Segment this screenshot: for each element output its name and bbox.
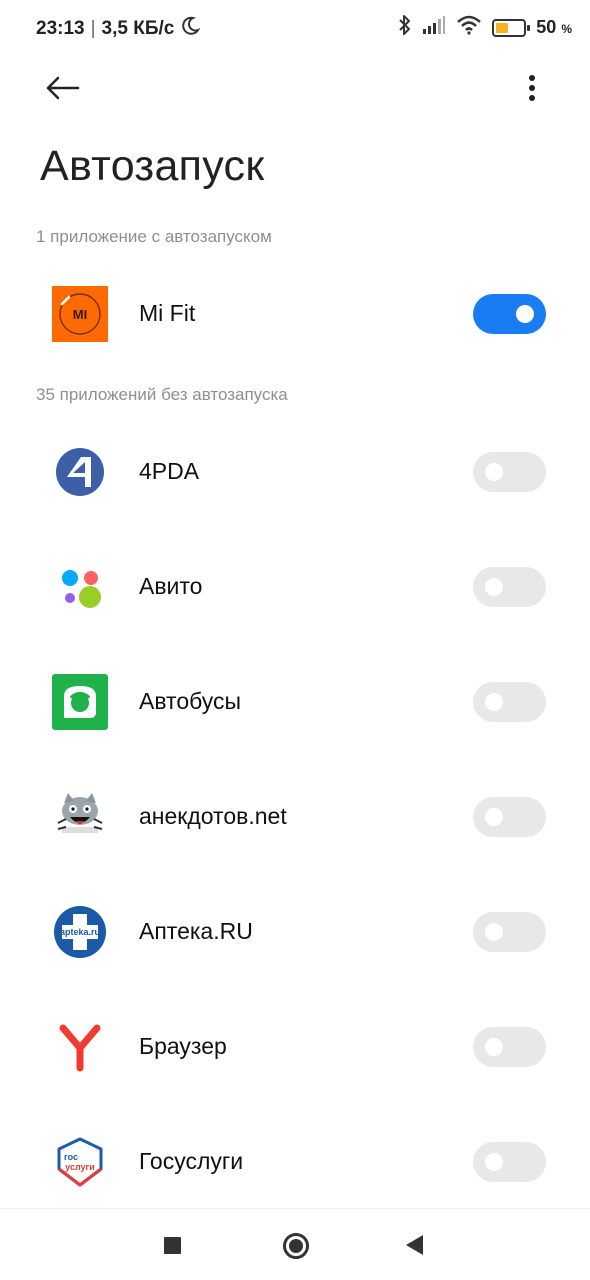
gosuslugi-icon: гос услуги — [52, 1134, 108, 1190]
app-row-gosuslugi[interactable]: гос услуги Госуслуги — [0, 1122, 590, 1202]
more-vertical-icon — [529, 75, 535, 81]
anekdotov-icon — [52, 789, 108, 845]
autostart-toggle-apteka[interactable] — [473, 912, 546, 952]
navigation-bar — [0, 1208, 590, 1280]
autostart-toggle-browser[interactable] — [473, 1027, 546, 1067]
autostart-toggle-mi-fit[interactable] — [473, 294, 546, 334]
autostart-toggle-buses[interactable] — [473, 682, 546, 722]
app-name: Браузер — [139, 1033, 227, 1059]
autostart-toggle-anekdotov[interactable] — [473, 797, 546, 837]
bluetooth-icon — [398, 14, 412, 41]
app-row-buses[interactable]: Автобусы — [0, 662, 590, 742]
app-row-4pda[interactable]: 4PDA — [0, 432, 590, 512]
moon-icon — [180, 16, 201, 42]
app-name: 4PDA — [139, 458, 200, 484]
more-options-button[interactable] — [520, 70, 544, 106]
autostart-toggle-4pda[interactable] — [473, 452, 546, 492]
app-name: Авито — [139, 573, 203, 599]
app-row-apteka[interactable]: apteka.ru Аптека.RU — [0, 892, 590, 972]
network-speed: 3,5 КБ/с — [101, 18, 175, 39]
status-right: 50 % — [398, 14, 572, 41]
battery-icon — [492, 18, 531, 37]
app-name: Аптека.RU — [139, 918, 253, 944]
status-separator: | — [90, 18, 96, 39]
wifi-icon — [456, 15, 482, 40]
back-triangle-icon[interactable] — [406, 1235, 423, 1255]
buses-icon — [52, 674, 108, 730]
recents-square-icon[interactable] — [164, 1237, 181, 1254]
section-header-enabled: 1 приложение с автозапуском — [36, 227, 272, 246]
svg-text:apteka.ru: apteka.ru — [60, 927, 100, 937]
app-name: Автобусы — [139, 688, 242, 714]
mi-fit-icon: MI — [52, 286, 108, 342]
app-name: Госуслуги — [139, 1148, 244, 1174]
back-button[interactable] — [40, 68, 84, 108]
autostart-toggle-avito[interactable] — [473, 567, 546, 607]
app-row-avito[interactable]: Авито — [0, 547, 590, 627]
arrow-left-icon — [46, 76, 80, 100]
section-header-disabled: 35 приложений без автозапуска — [36, 385, 288, 404]
app-row-browser[interactable]: Браузер — [0, 1007, 590, 1087]
svg-text:MI: MI — [73, 307, 87, 322]
status-left: 23:13 | 3,5 КБ/с — [36, 16, 201, 42]
page-title: Автозапуск — [40, 142, 265, 190]
svg-text:гос: гос — [64, 1152, 78, 1162]
app-row-anekdotov[interactable]: анекдотов.net — [0, 777, 590, 857]
avito-icon — [52, 559, 108, 615]
app-name: анекдотов.net — [139, 803, 287, 829]
app-name: Mi Fit — [139, 300, 196, 326]
app-row-mi-fit[interactable]: MI Mi Fit — [0, 274, 590, 354]
home-circle-icon[interactable] — [283, 1233, 309, 1259]
battery-percent: 50 % — [536, 17, 572, 37]
svg-text:услуги: услуги — [65, 1162, 95, 1172]
apteka-icon: apteka.ru — [52, 904, 108, 960]
4pda-icon — [52, 444, 108, 500]
autostart-toggle-gosuslugi[interactable] — [473, 1142, 546, 1182]
yandex-browser-icon — [52, 1019, 108, 1075]
status-time: 23:13 — [36, 18, 85, 39]
signal-icon — [422, 15, 446, 40]
status-bar: 23:13 | 3,5 КБ/с 50 % — [0, 0, 590, 56]
